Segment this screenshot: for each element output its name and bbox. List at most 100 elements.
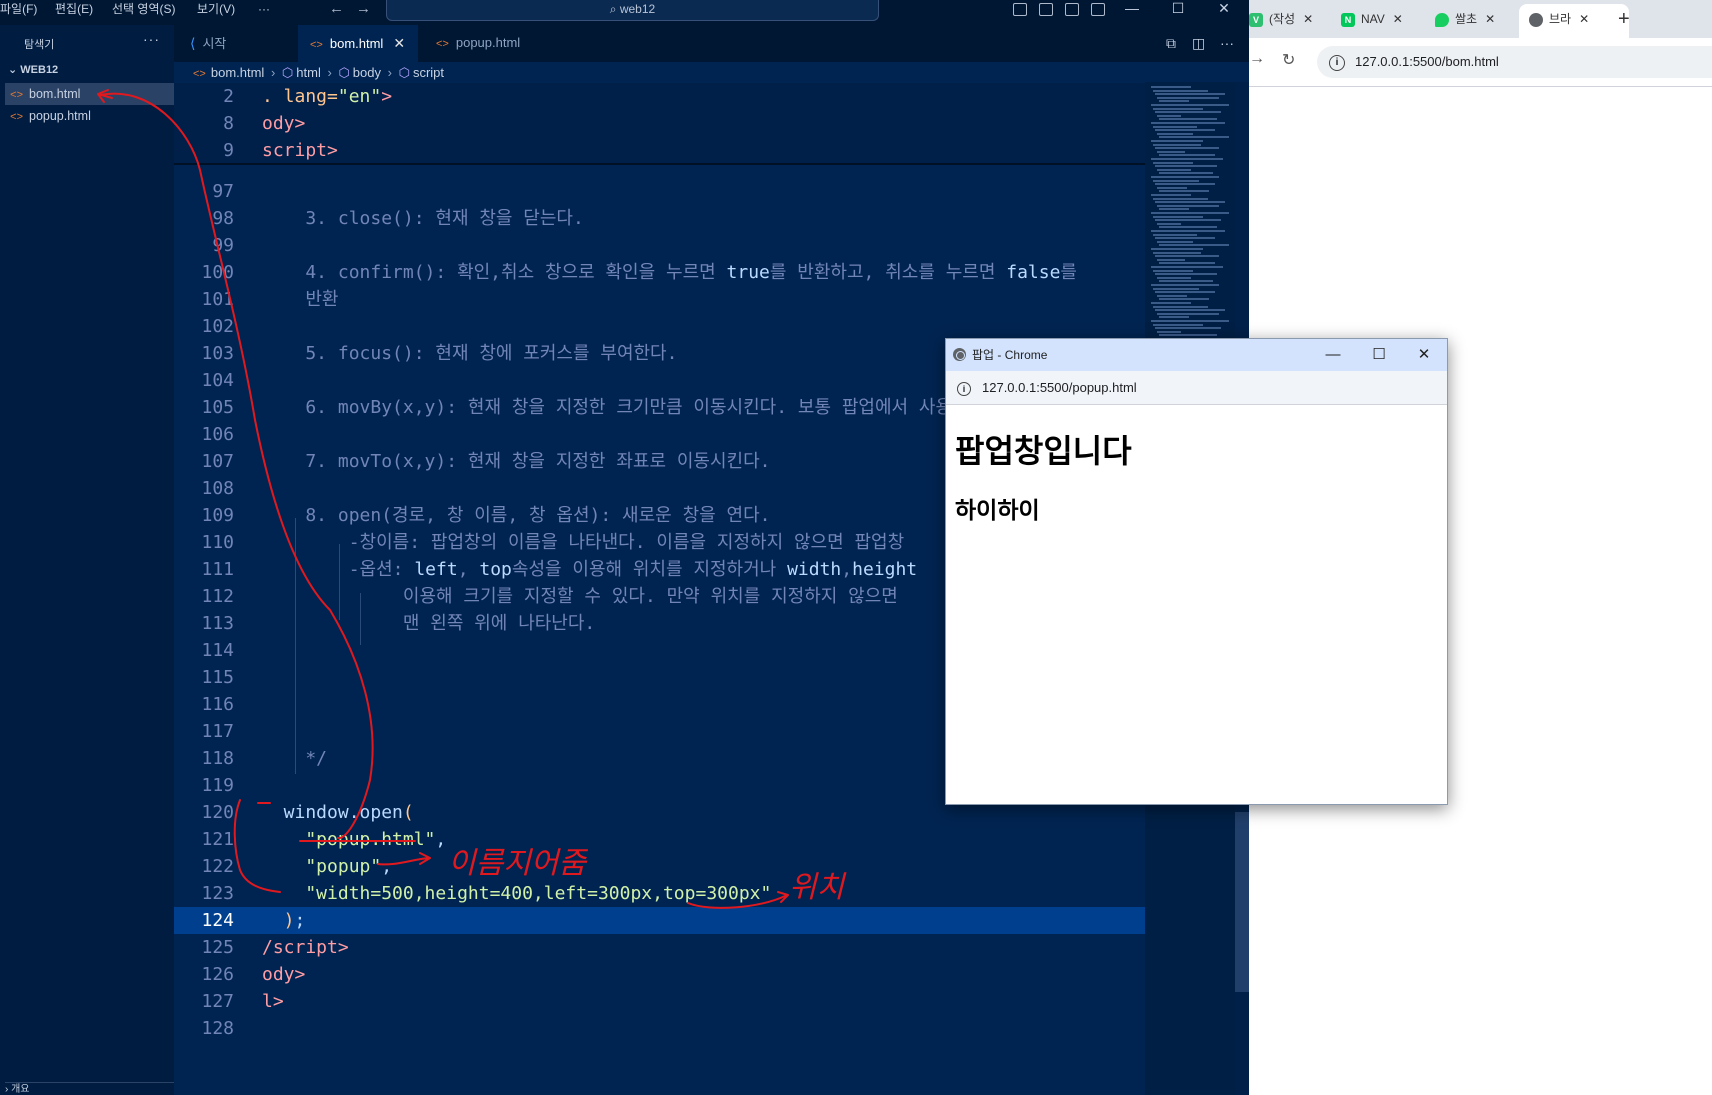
tab-bom-html[interactable]: <> bom.html ✕ [298, 25, 418, 62]
explorer-more-button[interactable]: ··· [143, 31, 160, 47]
code-token: "en" [337, 86, 382, 107]
forward-arrow-icon[interactable]: → [356, 0, 371, 18]
back-arrow-icon[interactable]: ← [329, 0, 344, 18]
close-tab-icon[interactable]: ✕ [1393, 12, 1403, 26]
folder-web12[interactable]: ⌄ WEB12 [8, 63, 58, 76]
minimize-icon[interactable]: — [1122, 0, 1142, 16]
code-line[interactable]: 9 script> [174, 137, 1145, 164]
address-url: 127.0.0.1:5500/bom.html [1355, 54, 1499, 69]
tab-welcome[interactable]: ⟨ 시작 [180, 25, 308, 62]
maximize-icon[interactable]: ☐ [1168, 0, 1188, 16]
line-number: 122 [201, 856, 234, 877]
toggle-panel-icon[interactable] [1039, 3, 1053, 16]
popup-title-bar[interactable]: 팝업 - Chrome — ☐ ✕ [946, 339, 1447, 371]
line-number: 123 [201, 883, 234, 904]
code-text: ody> [262, 110, 305, 137]
globe-icon [1529, 12, 1543, 27]
code-line[interactable]: 125/script> [174, 934, 1145, 961]
line-number: 2 [223, 86, 234, 107]
new-tab-button[interactable]: + [1618, 6, 1630, 32]
code-line[interactable]: 2 . lang="en"> [174, 83, 1145, 110]
breadcrumb-item-script[interactable]: script [413, 65, 444, 80]
editor-more-icon[interactable]: ··· [1220, 25, 1234, 61]
browser-tab-label: (작성 [1269, 12, 1296, 26]
forward-arrow-icon[interactable]: → [1249, 50, 1265, 68]
code-line[interactable]: 126 ody> [174, 961, 1145, 988]
menu-selection[interactable]: 선택 영역(S) [112, 0, 176, 25]
minimap-line [1153, 161, 1193, 164]
close-tab-icon[interactable]: ✕ [1579, 12, 1589, 26]
line-number: 8 [223, 113, 234, 134]
menu-view[interactable]: 보기(V) [197, 0, 235, 25]
file-bom-html[interactable]: <> bom.html [5, 83, 174, 105]
minimap-line [1157, 204, 1219, 207]
command-center[interactable]: ⌕ web12 [386, 0, 879, 21]
scrollbar-thumb[interactable] [1235, 812, 1249, 992]
close-icon[interactable]: ✕ [1214, 0, 1234, 16]
close-tab-icon[interactable]: ✕ [1485, 12, 1495, 26]
breadcrumb-item-html[interactable]: html [296, 65, 321, 80]
code-line[interactable]: 123 "width=500,height=400,left=300px,top… [174, 880, 1145, 907]
code-line[interactable]: 127 l> [174, 988, 1145, 1015]
code-text: script> [262, 137, 338, 164]
minimap-line [1155, 237, 1215, 240]
code-line[interactable]: 124 ); [174, 907, 1145, 934]
code-line[interactable]: 121 "popup.html", [174, 826, 1145, 853]
menu-more[interactable]: ··· [258, 0, 270, 25]
minimap-line [1159, 172, 1213, 175]
code-line[interactable]: 99 [174, 232, 1145, 259]
code-line[interactable]: 122 "popup", [174, 853, 1145, 880]
code-line[interactable]: 100 4. confirm(): 확인,취소 창으로 확인을 누르면 true… [174, 259, 1145, 286]
minimap-line [1151, 266, 1223, 268]
breadcrumb-item-file[interactable]: bom.html [211, 65, 264, 80]
minimap-line [1153, 107, 1203, 110]
breadcrumb: <> bom.html › ⬡ html › ⬡ body › ⬡ script [174, 62, 1249, 83]
browser-tab[interactable]: V (작성 ✕ [1249, 4, 1329, 34]
browser-tab-active[interactable]: 브라 ✕ [1519, 4, 1629, 38]
minimap-line [1153, 305, 1208, 308]
file-label: bom.html [29, 87, 81, 101]
minimize-icon[interactable]: — [1310, 339, 1356, 371]
toggle-secondary-sidebar-icon[interactable] [1065, 3, 1079, 16]
code-line[interactable]: 98 3. close(): 현재 창을 닫는다. [174, 205, 1145, 232]
close-icon[interactable]: ✕ [1401, 339, 1447, 371]
minimap-line [1157, 330, 1181, 333]
code-token: 6. movBy(x,y): 현재 창을 지정한 크기만큼 이동시킨다. 보통 … [262, 397, 953, 418]
address-bar[interactable]: i 127.0.0.1:5500/bom.html [1317, 46, 1712, 78]
file-popup-html[interactable]: <> popup.html [5, 105, 174, 127]
maximize-icon[interactable]: ☐ [1356, 339, 1402, 371]
code-line[interactable]: 101 반환 [174, 286, 1145, 313]
reload-icon[interactable]: ↻ [1282, 50, 1295, 70]
code-line[interactable]: 97 [174, 178, 1145, 205]
site-info-icon[interactable]: i [957, 381, 971, 396]
popup-address-bar[interactable]: i 127.0.0.1:5500/popup.html [946, 371, 1447, 405]
browser-tab[interactable]: N NAV ✕ [1341, 4, 1423, 34]
close-tab-icon[interactable]: ✕ [393, 35, 405, 51]
code-line[interactable]: 128 [174, 1015, 1145, 1042]
menu-edit[interactable]: 편집(E) [55, 0, 93, 25]
code-token: > [381, 86, 393, 107]
chevron-right-icon: › [387, 65, 392, 80]
split-editor-icon[interactable]: ◫ [1192, 25, 1205, 61]
code-text: ); [262, 907, 306, 934]
minimap-line [1159, 334, 1217, 337]
popup-heading: 팝업창입니다 [955, 432, 1132, 470]
minimap-line [1159, 208, 1189, 211]
code-token: ; [294, 910, 306, 931]
menu-file[interactable]: 파일(F) [0, 0, 37, 25]
code-line[interactable]: 102 [174, 313, 1145, 340]
indent-guide [360, 593, 361, 645]
customize-layout-icon[interactable] [1091, 3, 1105, 16]
close-tab-icon[interactable]: ✕ [1303, 12, 1313, 26]
open-preview-icon[interactable]: ⧉ [1166, 25, 1176, 61]
code-line[interactable]: 8 ody> [174, 110, 1145, 137]
breadcrumb-item-body[interactable]: body [353, 65, 381, 80]
tab-popup-html[interactable]: <> popup.html [424, 25, 562, 62]
code-token: width [787, 559, 842, 580]
site-info-icon[interactable]: i [1329, 54, 1345, 71]
code-token: false [1006, 262, 1061, 283]
toggle-sidebar-icon[interactable] [1013, 3, 1027, 16]
code-token: "popup" [262, 856, 382, 877]
browser-tab[interactable]: 쌀초 ✕ [1435, 4, 1517, 34]
outline-panel-header[interactable]: › 개요 [5, 1082, 174, 1095]
